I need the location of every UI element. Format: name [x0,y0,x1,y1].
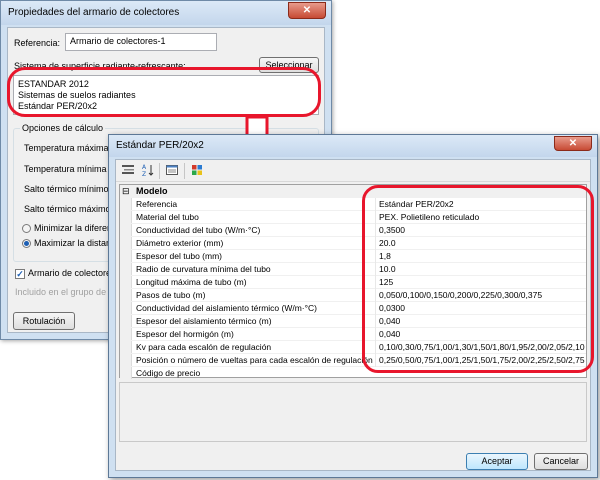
referencia-input[interactable]: Armario de colectores-1 [65,33,217,51]
sort-az-icon[interactable]: AZ [140,163,156,179]
option-temp-max: Temperatura máxima de [24,143,122,153]
property-name: Pasos de tubo (m) [136,290,206,300]
row-gutter [120,250,132,262]
property-name: Diámetro exterior (mm) [136,238,224,248]
row-gutter [120,367,132,379]
categorized-icon[interactable] [120,163,136,179]
dialog-title: Estándar PER/20x2 [116,140,204,151]
property-name: Longitud máxima de tubo (m) [136,277,247,287]
radio-button [22,224,31,234]
referencia-value: Armario de colectores-1 [70,36,166,46]
palette-icon[interactable] [189,163,205,179]
collapse-icon[interactable]: ⊟ [122,185,130,198]
row-gutter [120,315,132,327]
highlight-ellipse-values [362,185,594,373]
description-panel [119,382,587,442]
property-name: Posición o número de vueltas para cada e… [136,355,373,365]
property-name: Material del tubo [136,212,199,222]
property-name: Conductividad del aislamiento térmico (W… [136,303,318,313]
category-label: Modelo [136,186,168,196]
checkmark-icon: ✓ [15,268,25,279]
row-gutter [120,237,132,249]
radio-button-selected [22,239,31,249]
rotulacion-label: Rotulación [22,316,66,326]
svg-text:Z: Z [142,171,146,177]
property-toolbar: AZ [116,160,590,182]
row-gutter [120,224,132,236]
dialog-title: Propiedades del armario de colectores [8,7,180,18]
property-name: Kv para cada escalón de regulación [136,342,272,352]
row-gutter [120,263,132,275]
property-name: Espesor del aislamiento térmico (m) [136,316,272,326]
row-gutter [120,328,132,340]
close-button[interactable]: ✕ [554,136,592,151]
property-name: Espesor del hormigón (m) [136,329,234,339]
aceptar-label: Aceptar [481,456,513,466]
close-icon: ✕ [302,5,312,16]
dialog-titlebar: Propiedades del armario de colectores [1,1,331,25]
aceptar-button[interactable]: Aceptar [466,453,528,470]
row-gutter [120,354,132,366]
cancelar-label: Cancelar [542,456,580,466]
toolbar-separator [184,163,185,179]
dialog-titlebar: Estándar PER/20x2 [109,135,597,157]
opciones-label: Opciones de cálculo [20,123,106,133]
row-gutter [120,198,132,210]
property-name: Referencia [136,199,178,209]
row-gutter [120,276,132,288]
referencia-label: Referencia: [14,38,61,48]
property-name: Conductividad del tubo (W/m·°C) [136,225,261,235]
cancelar-button[interactable]: Cancelar [534,453,588,470]
close-button[interactable]: ✕ [288,2,326,19]
option-salto-min: Salto térmico mínimo en [24,184,122,194]
property-name: Código de precio [136,368,201,378]
property-pages-icon[interactable] [164,163,180,179]
row-gutter [120,341,132,353]
highlight-ellipse-sistema [7,67,321,117]
armario-checkbox[interactable]: ✓ Armario de colectores c [15,268,123,279]
row-gutter [120,211,132,223]
close-icon: ✕ [568,138,578,149]
row-gutter [120,302,132,314]
property-name: Radio de curvatura mínima del tubo [136,264,271,274]
option-temp-min: Temperatura mínima de [24,164,120,174]
row-gutter [120,289,132,301]
rotulacion-button[interactable]: Rotulación [13,312,75,330]
toolbar-separator [159,163,160,179]
property-name: Espesor del tubo (mm) [136,251,222,261]
svg-text:A: A [142,164,147,171]
